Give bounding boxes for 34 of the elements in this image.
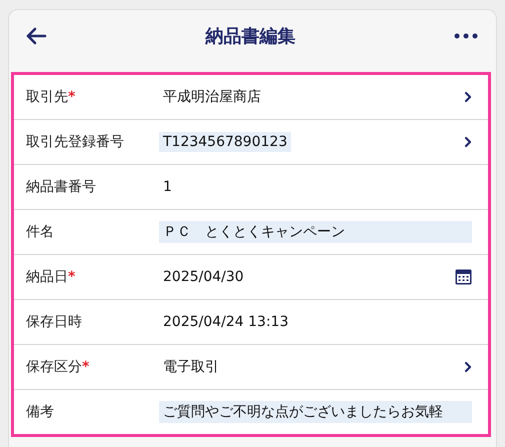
chevron-right-icon xyxy=(464,361,472,373)
field-value: T1234567890123 xyxy=(159,132,292,152)
form-row[interactable]: 納品書番号 1 xyxy=(14,165,488,210)
back-arrow-icon xyxy=(25,27,47,45)
field-value: 2025/04/24 13:13 xyxy=(162,313,290,332)
required-mark: * xyxy=(68,89,76,105)
input-field[interactable]: ご質問やご不明な点がございましたらお気軽 xyxy=(159,401,472,423)
field-value: 平成明治屋商店 xyxy=(162,88,262,107)
field-label: 納品書番号 xyxy=(26,179,96,195)
field-label: 取引先登録番号 xyxy=(26,134,124,150)
field-value: 2025/04/30 xyxy=(162,268,245,287)
field-label: 保存区分 xyxy=(26,359,82,375)
page-title: 納品書編集 xyxy=(206,25,296,48)
required-mark: * xyxy=(82,359,90,375)
field-value: 電子取引 xyxy=(162,358,220,377)
field-label: 件名 xyxy=(26,224,54,240)
form-row[interactable]: 備考 ご質問やご不明な点がございましたらお気軽 xyxy=(14,390,488,434)
chevron-right-icon xyxy=(464,91,472,103)
field-label: 取引先 xyxy=(26,89,68,105)
field-label: 保存日時 xyxy=(26,314,82,330)
form-row[interactable]: 取引先* 平成明治屋商店 xyxy=(14,75,488,120)
more-icon xyxy=(454,33,478,39)
form-row[interactable]: 保存区分* 電子取引 xyxy=(14,345,488,390)
field-label: 納品日 xyxy=(26,269,68,285)
field-value: 1 xyxy=(162,178,173,197)
input-field[interactable]: ＰＣ とくとくキャンペーン xyxy=(159,221,472,243)
field-label: 備考 xyxy=(26,404,54,420)
required-mark: * xyxy=(68,269,76,285)
form-row[interactable]: 納品日* 2025/04/30 xyxy=(14,255,488,300)
form-row[interactable]: 保存日時 2025/04/24 13:13 xyxy=(14,300,488,345)
calendar-icon[interactable] xyxy=(455,269,472,285)
form-row[interactable]: 件名 ＰＣ とくとくキャンペーン xyxy=(14,210,488,255)
form-row[interactable]: 取引先登録番号 T1234567890123 xyxy=(14,120,488,165)
chevron-right-icon xyxy=(464,136,472,148)
